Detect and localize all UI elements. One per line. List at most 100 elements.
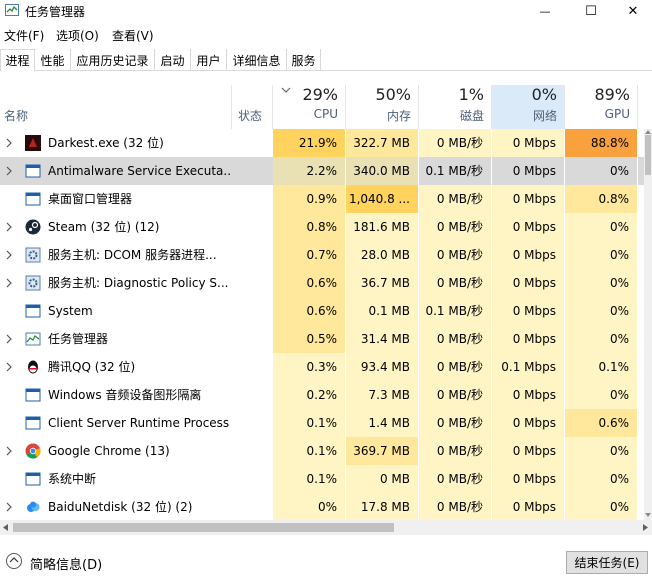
- chevron-right-icon[interactable]: [5, 502, 13, 512]
- mem-cell: 1,040.8 ...: [346, 185, 419, 213]
- close-button[interactable]: ✕: [614, 0, 652, 22]
- gpu-cell: 0%: [565, 241, 638, 269]
- disk-cell: 0.1 MB/秒: [419, 157, 492, 185]
- net-cell: 0.1 Mbps: [492, 353, 565, 381]
- process-row[interactable]: 服务主机: DCOM 服务器进程... 0.7% 28.0 MB 0 MB/秒 0 Mb…: [0, 241, 644, 269]
- gpu-cell: 0%: [565, 297, 638, 325]
- gpu-cell: 0%: [565, 493, 638, 520]
- process-row[interactable]: 桌面窗口管理器 0.9% 1,040.8 ... 0 MB/秒 0 Mbps 0.8%: [0, 185, 644, 213]
- disk-cell: 0 MB/秒: [419, 185, 492, 213]
- scroll-right-icon[interactable]: [642, 523, 649, 532]
- column-network-header[interactable]: 0% 网络: [492, 85, 565, 129]
- column-memory-header[interactable]: 50% 内存: [346, 85, 419, 129]
- window-icon: [25, 471, 41, 487]
- baidu-icon: [25, 499, 41, 515]
- net-cell: 0 Mbps: [492, 185, 565, 213]
- cpu-total: 29%: [302, 85, 338, 104]
- maximize-button[interactable]: ☐: [568, 0, 614, 22]
- process-name: Darkest.exe (32 位): [48, 136, 164, 150]
- cpu-cell: 0.5%: [273, 325, 346, 353]
- gpu-cell: 0%: [565, 325, 638, 353]
- menu-view[interactable]: 查看(V): [112, 27, 154, 44]
- process-name: Windows 音频设备图形隔离: [48, 388, 202, 402]
- gpu-cell: 0.1%: [565, 353, 638, 381]
- tab-services[interactable]: 服务: [287, 49, 321, 71]
- gpu-cell: 0%: [565, 157, 638, 185]
- fewer-details-link[interactable]: 简略信息(D): [30, 554, 102, 573]
- horizontal-scroll-thumb[interactable]: [13, 523, 394, 532]
- disk-cell: 0 MB/秒: [419, 437, 492, 465]
- scroll-left-icon[interactable]: [2, 523, 9, 532]
- gear-icon: [25, 275, 41, 291]
- process-name: Antimalware Service Executa...: [48, 164, 230, 178]
- cpu-cell: 0.9%: [273, 185, 346, 213]
- process-row[interactable]: Client Server Runtime Process 0.1% 1.4 MB 0…: [0, 409, 644, 437]
- cpu-label: CPU: [313, 107, 338, 121]
- net-cell: 0 Mbps: [492, 213, 565, 241]
- process-row[interactable]: Steam (32 位) (12) 0.8% 181.6 MB 0 MB/秒 0 Mbp…: [0, 213, 644, 241]
- chevron-right-icon[interactable]: [5, 250, 13, 260]
- chevron-right-icon[interactable]: [5, 278, 13, 288]
- process-name: Google Chrome (13): [48, 444, 170, 458]
- process-row[interactable]: BaiduNetdisk (32 位) (2) 0% 17.8 MB 0 MB/秒 0 …: [0, 493, 644, 520]
- cpu-cell: 0.7%: [273, 241, 346, 269]
- process-row[interactable]: System 0.6% 0.1 MB 0.1 MB/秒 0 Mbps 0%: [0, 297, 644, 325]
- process-row[interactable]: 腾讯QQ (32 位) 0.3% 93.4 MB 0 MB/秒 0.1 Mbps 0.1%: [0, 353, 644, 381]
- network-total: 0%: [531, 85, 557, 104]
- footer: 简略信息(D) 结束任务(E): [0, 546, 652, 584]
- chevron-down-icon: [281, 87, 291, 93]
- mem-cell: 17.8 MB: [346, 493, 419, 520]
- tab-users[interactable]: 用户: [191, 49, 227, 71]
- mem-cell: 7.3 MB: [346, 381, 419, 409]
- cpu-cell: 0%: [273, 493, 346, 520]
- scroll-down-icon[interactable]: [644, 512, 652, 518]
- cpu-cell: 2.2%: [273, 157, 346, 185]
- name-column-divider: [0, 85, 232, 129]
- mem-cell: 369.7 MB: [346, 437, 419, 465]
- chevron-right-icon[interactable]: [5, 446, 13, 456]
- horizontal-scrollbar[interactable]: [0, 520, 652, 535]
- close-icon: ✕: [627, 3, 639, 19]
- column-cpu-header[interactable]: 29% CPU: [273, 85, 346, 129]
- tab-app-history[interactable]: 应用历史记录: [71, 49, 155, 71]
- gpu-cell: 88.8%: [565, 129, 638, 157]
- process-list: Darkest.exe (32 位) 21.9% 322.7 MB 0 MB/秒 0 M…: [0, 129, 644, 520]
- disk-cell: 0 MB/秒: [419, 241, 492, 269]
- tab-processes[interactable]: 进程: [0, 49, 35, 72]
- process-name: System: [48, 304, 93, 318]
- process-row[interactable]: 服务主机: Diagnostic Policy S... 0.6% 36.7 MB 0…: [0, 269, 644, 297]
- process-row[interactable]: 系统中断 0.1% 0 MB 0 MB/秒 0 Mbps 0%: [0, 465, 644, 493]
- column-disk-header[interactable]: 1% 磁盘: [419, 85, 492, 129]
- menu-file[interactable]: 文件(F): [4, 27, 44, 44]
- taskmgr-icon: [25, 331, 41, 347]
- memory-label: 内存: [386, 109, 411, 123]
- chevron-right-icon[interactable]: [5, 166, 13, 176]
- chevron-right-icon[interactable]: [5, 138, 13, 148]
- process-row[interactable]: Antimalware Service Executa... 2.2% 340.0 …: [0, 157, 644, 185]
- process-row[interactable]: Windows 音频设备图形隔离 0.2% 7.3 MB 0 MB/秒 0 Mbps 0%: [0, 381, 644, 409]
- vertical-scroll-thumb[interactable]: [645, 135, 651, 175]
- process-row[interactable]: Google Chrome (13) 0.1% 369.7 MB 0 MB/秒 0 Mb…: [0, 437, 644, 465]
- chevron-right-icon[interactable]: [5, 334, 13, 344]
- process-row[interactable]: 任务管理器 0.5% 31.4 MB 0 MB/秒 0 Mbps 0%: [0, 325, 644, 353]
- tab-details[interactable]: 详细信息: [227, 49, 287, 71]
- process-row[interactable]: Darkest.exe (32 位) 21.9% 322.7 MB 0 MB/秒 0 M…: [0, 129, 644, 157]
- end-task-button[interactable]: 结束任务(E): [566, 551, 648, 574]
- vertical-scrollbar[interactable]: [644, 129, 652, 520]
- tab-performance[interactable]: 性能: [35, 49, 71, 71]
- fewer-details-icon[interactable]: [6, 553, 22, 569]
- net-cell: 0 Mbps: [492, 129, 565, 157]
- cpu-cell: 0.6%: [273, 297, 346, 325]
- menu-options[interactable]: 选项(O): [56, 27, 99, 44]
- process-name: 腾讯QQ (32 位): [48, 360, 136, 374]
- process-name: 桌面窗口管理器: [48, 192, 133, 206]
- qq-icon: [25, 359, 41, 375]
- chevron-right-icon[interactable]: [5, 362, 13, 372]
- column-gpu-header[interactable]: 89% GPU: [565, 85, 638, 129]
- chevron-right-icon[interactable]: [5, 222, 13, 232]
- process-name: 服务主机: Diagnostic Policy S...: [48, 276, 229, 290]
- gpu-cell: 0%: [565, 213, 638, 241]
- minimize-button[interactable]: —: [522, 0, 568, 22]
- window-icon: [25, 163, 41, 179]
- tab-startup[interactable]: 启动: [155, 49, 191, 71]
